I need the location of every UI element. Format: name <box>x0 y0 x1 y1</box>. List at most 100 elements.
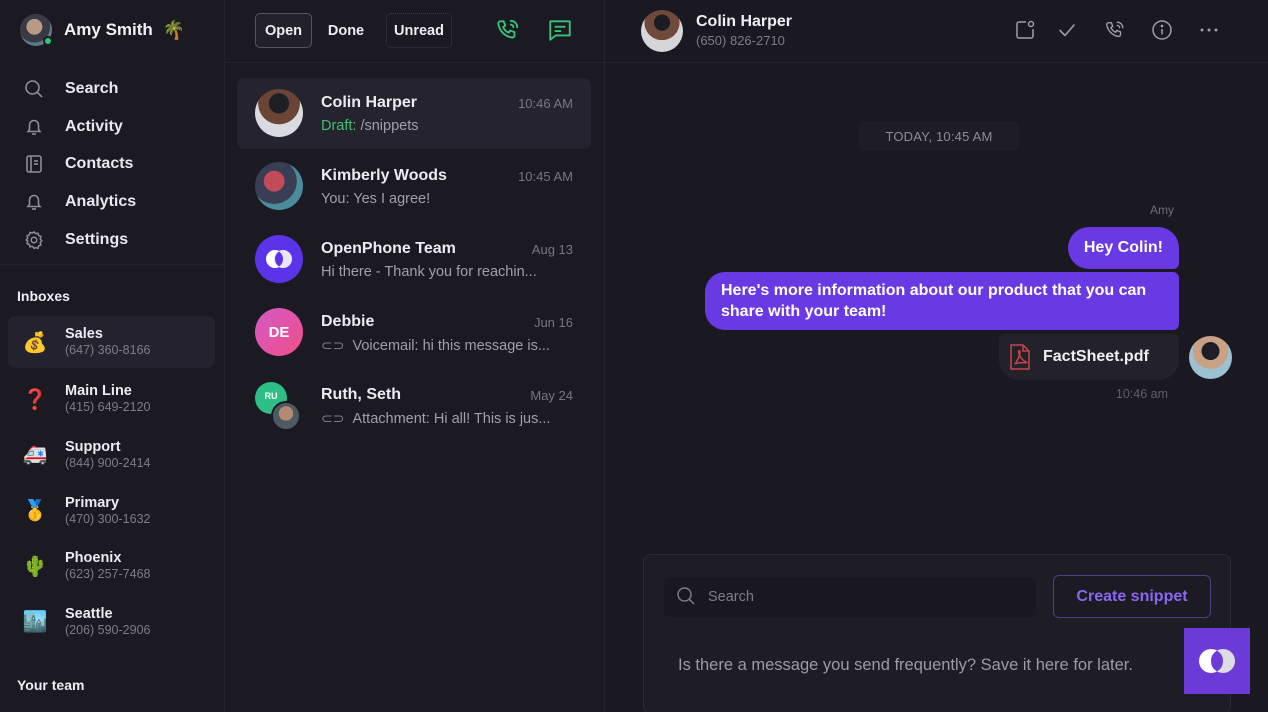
phone-call-icon[interactable] <box>495 17 521 43</box>
main-nav: Search Activity Contacts Analytics Setti… <box>22 70 136 258</box>
snippets-empty-hint: Is there a message you send frequently? … <box>678 656 1133 674</box>
nav-item-settings[interactable]: Settings <box>22 221 136 259</box>
conversation-list-header: Open Done Unread <box>225 0 604 63</box>
inbox-name: Support <box>65 438 121 455</box>
contact-avatar[interactable] <box>641 10 683 52</box>
checkmark-icon[interactable] <box>1055 18 1079 42</box>
contacts-book-icon <box>22 152 46 176</box>
inbox-name: Sales <box>65 326 103 342</box>
your-team-heading: Your team <box>17 677 85 693</box>
conversation-time: May 24 <box>530 388 573 403</box>
conversation-time: Jun 16 <box>533 315 573 330</box>
create-snippet-button[interactable]: Create snippet <box>1053 575 1211 618</box>
conversation-time: Aug 13 <box>531 242 573 257</box>
openphone-logo-avatar <box>255 235 303 283</box>
pdf-file-icon <box>1009 343 1031 371</box>
preview-text: Voicemail: hi this message is... <box>352 337 550 354</box>
conversation-preview: ⊂⊃ Voicemail: hi this message is... <box>321 337 550 354</box>
conversation-item-openphone-team[interactable]: OpenPhone Team Aug 13 Hi there - Thank y… <box>237 224 591 297</box>
inbox-item-seattle[interactable]: 🏙️ Seattle (206) 590-2906 <box>8 594 215 650</box>
preview-text: /snippets <box>360 118 419 134</box>
online-status-dot <box>43 36 53 46</box>
conversation-time: 10:45 AM <box>518 169 573 184</box>
conversation-name: Ruth, Seth <box>321 386 401 403</box>
inbox-phone: (206) 590-2906 <box>65 622 151 637</box>
chat-header: Colin Harper (650) 826-2710 <box>605 0 1268 63</box>
contact-avatar <box>271 401 301 431</box>
conversation-item-ruth-seth[interactable]: RU Ruth, Seth May 24 ⊂⊃ Attachment: Hi al… <box>237 370 591 443</box>
gear-icon <box>22 228 46 252</box>
message-bubble: Hey Colin! <box>1067 227 1179 269</box>
user-avatar[interactable] <box>20 14 53 46</box>
question-mark-icon: ❓ <box>22 388 48 411</box>
conversation-preview: ⊂⊃ Attachment: Hi all! This is jus... <box>321 410 550 427</box>
new-message-icon[interactable] <box>547 17 573 43</box>
nav-label: Contacts <box>65 155 134 173</box>
contact-avatar <box>255 89 303 137</box>
info-icon[interactable] <box>1150 18 1174 42</box>
inbox-name: Main Line <box>65 383 132 400</box>
snippets-panel: Create snippet Is there a message you se… <box>643 554 1231 712</box>
inbox-name: Primary <box>65 494 120 511</box>
conversation-preview: You: Yes I agree! <box>321 191 431 207</box>
user-profile[interactable]: Amy Smith 🌴 <box>20 14 185 46</box>
nav-item-activity[interactable]: Activity <box>22 108 136 146</box>
contact-name: Colin Harper <box>696 13 793 30</box>
conversation-item-kimberly-woods[interactable]: Kimberly Woods 10:45 AM You: Yes I agree… <box>237 151 591 224</box>
contact-card-icon[interactable] <box>1013 18 1037 42</box>
message-sender: Amy <box>1150 203 1174 217</box>
inbox-item-sales[interactable]: 💰 Sales (647) 360-8166 <box>8 316 215 368</box>
conversation-time: 10:46 AM <box>518 96 573 111</box>
inbox-list: 💰 Sales (647) 360-8166 ❓ Main Line (415) 6… <box>8 316 215 650</box>
more-options-icon[interactable] <box>1197 18 1221 42</box>
conversation-list: Colin Harper 10:46 AM Draft:/snippets Ki… <box>237 78 591 443</box>
attachment-file[interactable]: FactSheet.pdf <box>999 334 1179 380</box>
palm-tree-status-emoji: 🌴 <box>162 19 186 40</box>
inbox-item-phoenix[interactable]: 🌵 Phoenix (623) 257-7468 <box>8 538 215 594</box>
tab-open[interactable]: Open <box>255 13 312 48</box>
contact-avatar <box>255 162 303 210</box>
phone-call-icon[interactable] <box>1103 18 1127 42</box>
inbox-phone: (470) 300-1632 <box>65 511 151 526</box>
message-bubble: Here's more information about our produc… <box>705 272 1179 330</box>
conversation-item-colin-harper[interactable]: Colin Harper 10:46 AM Draft:/snippets <box>237 78 591 149</box>
medal-icon: 🥇 <box>22 500 48 523</box>
inbox-item-primary[interactable]: 🥇 Primary (470) 300-1632 <box>8 483 215 539</box>
nav-label: Settings <box>65 230 129 248</box>
preview-text: Attachment: Hi all! This is jus... <box>352 410 551 427</box>
search-icon <box>22 77 46 101</box>
nav-item-analytics[interactable]: Analytics <box>22 183 136 221</box>
cityscape-icon: 🏙️ <box>22 611 48 634</box>
draft-label: Draft: <box>321 118 357 134</box>
sidebar: Amy Smith 🌴 Search Activity Contacts Ana… <box>0 0 225 712</box>
app-window: Amy Smith 🌴 Search Activity Contacts Ana… <box>0 0 1268 712</box>
date-divider: TODAY, 10:45 AM <box>859 121 1019 151</box>
nav-item-contacts[interactable]: Contacts <box>22 145 136 183</box>
snippet-search-input[interactable] <box>708 589 1008 605</box>
nav-item-search[interactable]: Search <box>22 70 136 108</box>
cactus-icon: 🌵 <box>22 555 48 578</box>
ambulance-icon: 🚑 <box>22 444 48 467</box>
openphone-logo-icon <box>1184 628 1250 694</box>
tab-unread[interactable]: Unread <box>386 13 452 48</box>
conversation-name: Debbie <box>321 313 375 330</box>
conversation-list-panel: Open Done Unread Colin Harper 10:46 AM D… <box>225 0 605 712</box>
sender-avatar <box>1189 336 1232 379</box>
attachment-icon: ⊂⊃ <box>321 410 345 426</box>
bell-icon <box>22 190 46 214</box>
contact-avatar-initials: DE <box>255 308 303 356</box>
inbox-item-main-line[interactable]: ❓ Main Line (415) 649-2120 <box>8 372 215 428</box>
conversation-name: Kimberly Woods <box>321 167 447 184</box>
inbox-name: Seattle <box>65 605 113 622</box>
inbox-item-support[interactable]: 🚑 Support (844) 900-2414 <box>8 427 215 483</box>
attachment-filename: FactSheet.pdf <box>1043 348 1149 365</box>
conversation-item-debbie[interactable]: DE Debbie Jun 16 ⊂⊃ Voicemail: hi this me… <box>237 297 591 370</box>
conversation-name: Colin Harper <box>321 94 418 111</box>
attachment-icon: ⊂⊃ <box>321 337 345 353</box>
tab-done[interactable]: Done <box>320 13 372 48</box>
snippet-search-field[interactable] <box>664 577 1036 617</box>
inbox-phone: (623) 257-7468 <box>65 567 151 582</box>
inboxes-heading: Inboxes <box>17 288 70 304</box>
conversation-name: OpenPhone Team <box>321 240 456 257</box>
inbox-phone: (844) 900-2414 <box>65 455 151 470</box>
